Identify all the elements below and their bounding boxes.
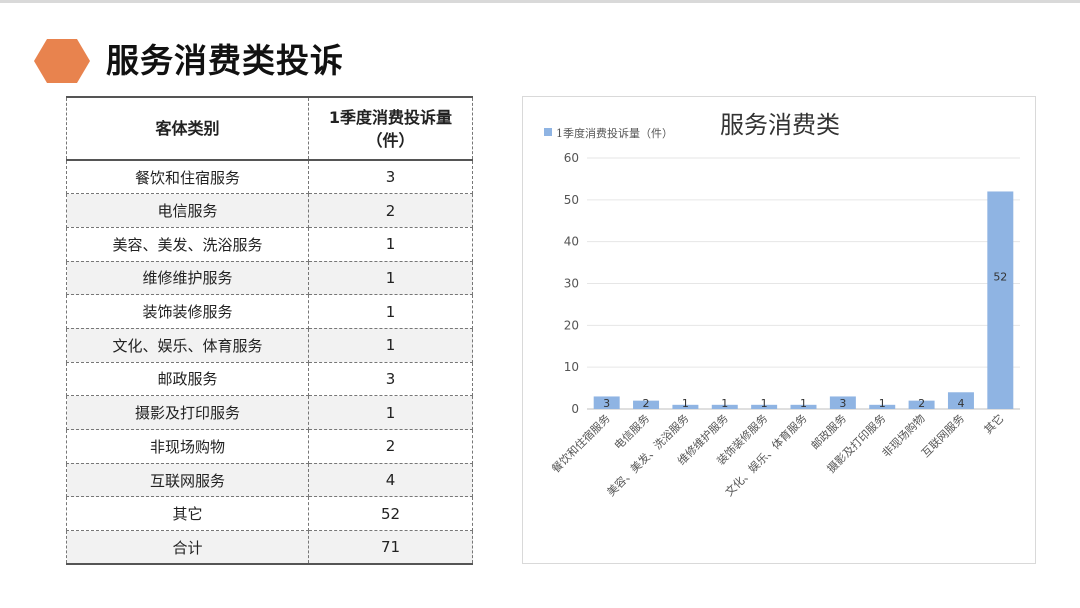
column-header-count-text: 1季度消费投诉量（件） xyxy=(328,107,453,150)
data-label: 1 xyxy=(800,397,807,410)
table-row: 摄影及打印服务 1 xyxy=(66,395,473,430)
x-tick-label: 餐饮和住宿服务 xyxy=(548,411,612,475)
cell-count: 1 xyxy=(308,226,473,262)
table-row: 美容、美发、洗浴服务 1 xyxy=(66,226,473,262)
data-label: 52 xyxy=(993,271,1007,284)
x-tick-label: 其它 xyxy=(981,411,1006,436)
top-divider xyxy=(0,0,1080,3)
legend-label: 1季度消费投诉量（件） xyxy=(556,126,673,140)
cell-count: 1 xyxy=(308,294,473,329)
table-row: 非现场购物 2 xyxy=(66,429,473,464)
cell-category: 邮政服务 xyxy=(66,361,309,397)
cell-category: 装饰装修服务 xyxy=(66,294,309,329)
data-label: 3 xyxy=(839,397,846,410)
cell-count: 1 xyxy=(308,395,473,430)
x-labels-layer: 餐饮和住宿服务 电信服务美容、美发、洗浴服务维修维护服务装饰装修服务文化、娱乐、体… xyxy=(548,411,1006,499)
cell-category: 其它 xyxy=(66,496,309,532)
data-label: 1 xyxy=(879,397,886,410)
cell-category: 电信服务 xyxy=(66,193,309,228)
cell-count: 2 xyxy=(308,429,473,464)
cell-category: 非现场购物 xyxy=(66,429,309,464)
column-header-category: 客体类别 xyxy=(66,96,309,161)
cell-category: 餐饮和住宿服务 xyxy=(66,159,309,195)
cell-total-label: 合计 xyxy=(66,530,309,565)
complaints-table: 客体类别 1季度消费投诉量（件） 餐饮和住宿服务 3 电信服务 2 美容、美发、洗浴… xyxy=(66,96,473,566)
table-row: 文化、娱乐、体育服务 1 xyxy=(66,327,473,363)
data-label: 1 xyxy=(682,397,689,410)
table-row: 餐饮和住宿服务 3 xyxy=(66,159,473,195)
x-tick-label: 互联网服务 xyxy=(919,412,967,460)
cell-count: 2 xyxy=(308,193,473,228)
data-label: 2 xyxy=(918,397,925,410)
page-title: 服务消费类投诉 xyxy=(106,41,344,80)
table-row: 其它 52 xyxy=(66,496,473,532)
y-tick-label: 30 xyxy=(564,277,579,291)
data-label: 4 xyxy=(957,397,964,410)
table-total-row: 合计 71 xyxy=(66,530,473,565)
y-tick-label: 20 xyxy=(564,318,579,332)
cell-count: 3 xyxy=(308,361,473,397)
x-tick-label: 电信服务 xyxy=(612,412,652,452)
cell-total-count: 71 xyxy=(308,530,473,565)
cell-count: 1 xyxy=(308,260,473,296)
table-header-row: 客体类别 1季度消费投诉量（件） xyxy=(66,96,473,161)
column-header-count: 1季度消费投诉量（件） xyxy=(308,96,473,161)
grid-layer: 0 10 20 30 40 50 60 xyxy=(564,151,1020,416)
bar xyxy=(987,191,1014,409)
y-tick-label: 0 xyxy=(571,402,579,416)
bars-layer: 3 2 1 1 1 1 3 1 2 4 52 xyxy=(593,191,1014,410)
cell-count: 4 xyxy=(308,462,473,498)
y-tick-label: 10 xyxy=(564,360,579,374)
hexagon-icon xyxy=(34,39,90,83)
bar-chart: 服务消费类 1季度消费投诉量（件） 0 10 20 30 40 50 60 3 2 1 1 1 1 3 1… xyxy=(544,111,1020,499)
cell-count: 1 xyxy=(308,327,473,363)
cell-count: 52 xyxy=(308,496,473,532)
x-tick-label: 邮政服务 xyxy=(808,411,849,452)
y-tick-label: 50 xyxy=(564,193,579,207)
cell-category: 文化、娱乐、体育服务 xyxy=(66,327,309,363)
legend-swatch xyxy=(544,128,552,136)
chart-panel: 服务消费类 1季度消费投诉量（件） 0 10 20 30 40 50 60 3 2 1 1 1 1 3 1… xyxy=(522,96,1036,564)
table-row: 电信服务 2 xyxy=(66,193,473,228)
table-row: 互联网服务 4 xyxy=(66,462,473,498)
cell-count: 3 xyxy=(308,159,473,195)
table-row: 装饰装修服务 1 xyxy=(66,294,473,329)
y-tick-label: 60 xyxy=(564,151,579,165)
cell-category: 互联网服务 xyxy=(66,462,309,498)
table-row: 维修维护服务 1 xyxy=(66,260,473,296)
cell-category: 摄影及打印服务 xyxy=(66,395,309,430)
data-label: 1 xyxy=(721,397,728,410)
table-row: 邮政服务 3 xyxy=(66,361,473,397)
y-tick-label: 40 xyxy=(564,235,579,249)
data-label: 2 xyxy=(643,397,650,410)
data-label: 3 xyxy=(603,397,610,410)
data-label: 1 xyxy=(761,397,768,410)
cell-category: 美容、美发、洗浴服务 xyxy=(66,226,309,262)
cell-category: 维修维护服务 xyxy=(66,260,309,296)
chart-title: 服务消费类 xyxy=(720,111,840,139)
